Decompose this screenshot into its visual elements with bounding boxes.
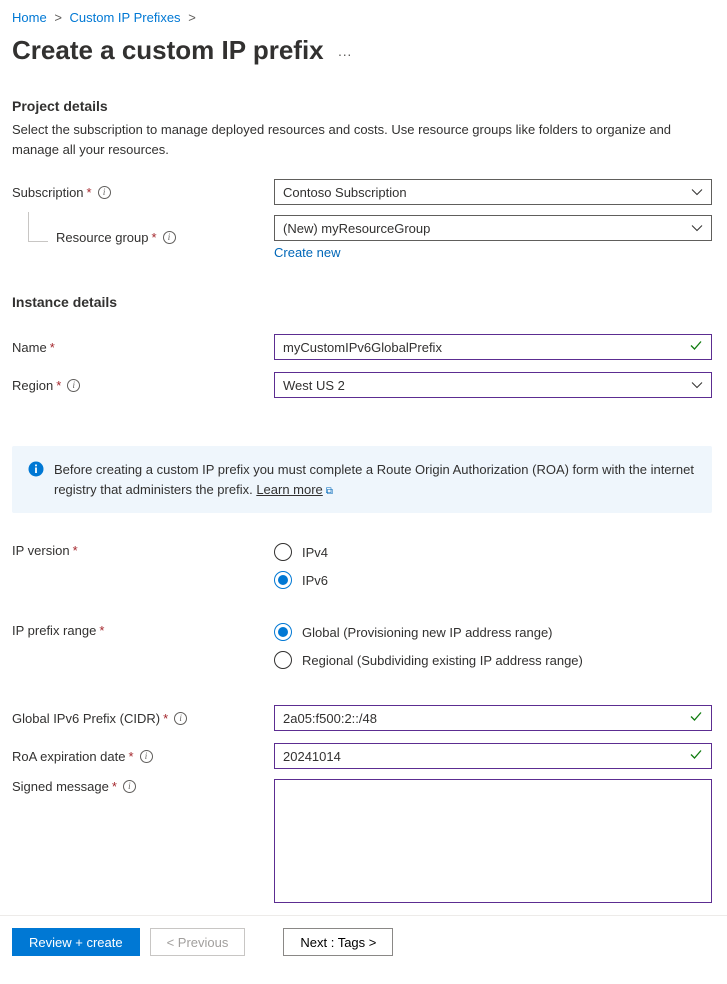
check-icon [689, 339, 703, 356]
info-icon[interactable]: i [123, 780, 136, 793]
section-heading-project: Project details [12, 98, 715, 114]
region-label: Region* i [12, 378, 274, 393]
signed-message-input[interactable] [274, 779, 712, 903]
banner-text: Before creating a custom IP prefix you m… [54, 462, 694, 497]
resource-group-label: Resource group* i [12, 230, 274, 245]
radio-icon [274, 571, 292, 589]
region-select[interactable]: West US 2 [274, 372, 712, 398]
ip-range-radio-group: Global (Provisioning new IP address rang… [274, 623, 712, 669]
info-icon [28, 461, 44, 499]
review-create-button[interactable]: Review + create [12, 928, 140, 956]
cidr-input[interactable]: 2a05:f500:2::/48 [274, 705, 712, 731]
radio-label: Regional (Subdividing existing IP addres… [302, 653, 583, 668]
previous-button[interactable]: < Previous [150, 928, 246, 956]
region-value: West US 2 [283, 378, 345, 393]
chevron-right-icon: > [188, 10, 196, 25]
radio-icon [274, 543, 292, 561]
breadcrumb-home[interactable]: Home [12, 10, 47, 25]
subscription-value: Contoso Subscription [283, 185, 407, 200]
ip-range-label: IP prefix range* [12, 623, 274, 638]
name-input[interactable]: myCustomIPv6GlobalPrefix [274, 334, 712, 360]
radio-range-regional[interactable]: Regional (Subdividing existing IP addres… [274, 651, 712, 669]
radio-icon [274, 651, 292, 669]
section-heading-instance: Instance details [12, 294, 715, 310]
roa-date-label: RoA expiration date* i [12, 749, 274, 764]
radio-icon [274, 623, 292, 641]
info-icon[interactable]: i [140, 750, 153, 763]
ip-version-label: IP version* [12, 543, 274, 558]
create-new-link[interactable]: Create new [274, 245, 340, 260]
breadcrumb: Home > Custom IP Prefixes > [12, 8, 715, 31]
page-title: Create a custom IP prefix [12, 35, 324, 66]
radio-label: IPv6 [302, 573, 328, 588]
info-icon[interactable]: i [67, 379, 80, 392]
radio-ipv4[interactable]: IPv4 [274, 543, 712, 561]
resource-group-value: (New) myResourceGroup [283, 221, 430, 236]
learn-more-link[interactable]: Learn more [256, 482, 322, 497]
info-icon[interactable]: i [163, 231, 176, 244]
cidr-label: Global IPv6 Prefix (CIDR)* i [12, 711, 274, 726]
resource-group-select[interactable]: (New) myResourceGroup [274, 215, 712, 241]
external-link-icon: ⧉ [326, 486, 333, 497]
chevron-down-icon [691, 379, 703, 391]
check-icon [689, 748, 703, 765]
radio-ipv6[interactable]: IPv6 [274, 571, 712, 589]
next-button[interactable]: Next : Tags > [283, 928, 393, 956]
radio-range-global[interactable]: Global (Provisioning new IP address rang… [274, 623, 712, 641]
roa-date-value: 20241014 [283, 749, 341, 764]
check-icon [689, 710, 703, 727]
chevron-down-icon [691, 186, 703, 198]
info-icon[interactable]: i [98, 186, 111, 199]
ip-version-radio-group: IPv4 IPv6 [274, 543, 712, 589]
radio-label: Global (Provisioning new IP address rang… [302, 625, 553, 640]
project-description: Select the subscription to manage deploy… [12, 120, 692, 159]
chevron-down-icon [691, 222, 703, 234]
name-label: Name* [12, 340, 274, 355]
info-icon[interactable]: i [174, 712, 187, 725]
subscription-select[interactable]: Contoso Subscription [274, 179, 712, 205]
more-icon[interactable]: ··· [338, 37, 352, 61]
roa-info-banner: Before creating a custom IP prefix you m… [12, 446, 712, 513]
name-value: myCustomIPv6GlobalPrefix [283, 340, 442, 355]
signed-message-label: Signed message* i [12, 779, 274, 794]
roa-date-input[interactable]: 20241014 [274, 743, 712, 769]
cidr-value: 2a05:f500:2::/48 [283, 711, 377, 726]
subscription-label: Subscription* i [12, 185, 274, 200]
breadcrumb-parent[interactable]: Custom IP Prefixes [70, 10, 181, 25]
chevron-right-icon: > [54, 10, 62, 25]
wizard-footer: Review + create < Previous Next : Tags > [0, 915, 727, 968]
radio-label: IPv4 [302, 545, 328, 560]
